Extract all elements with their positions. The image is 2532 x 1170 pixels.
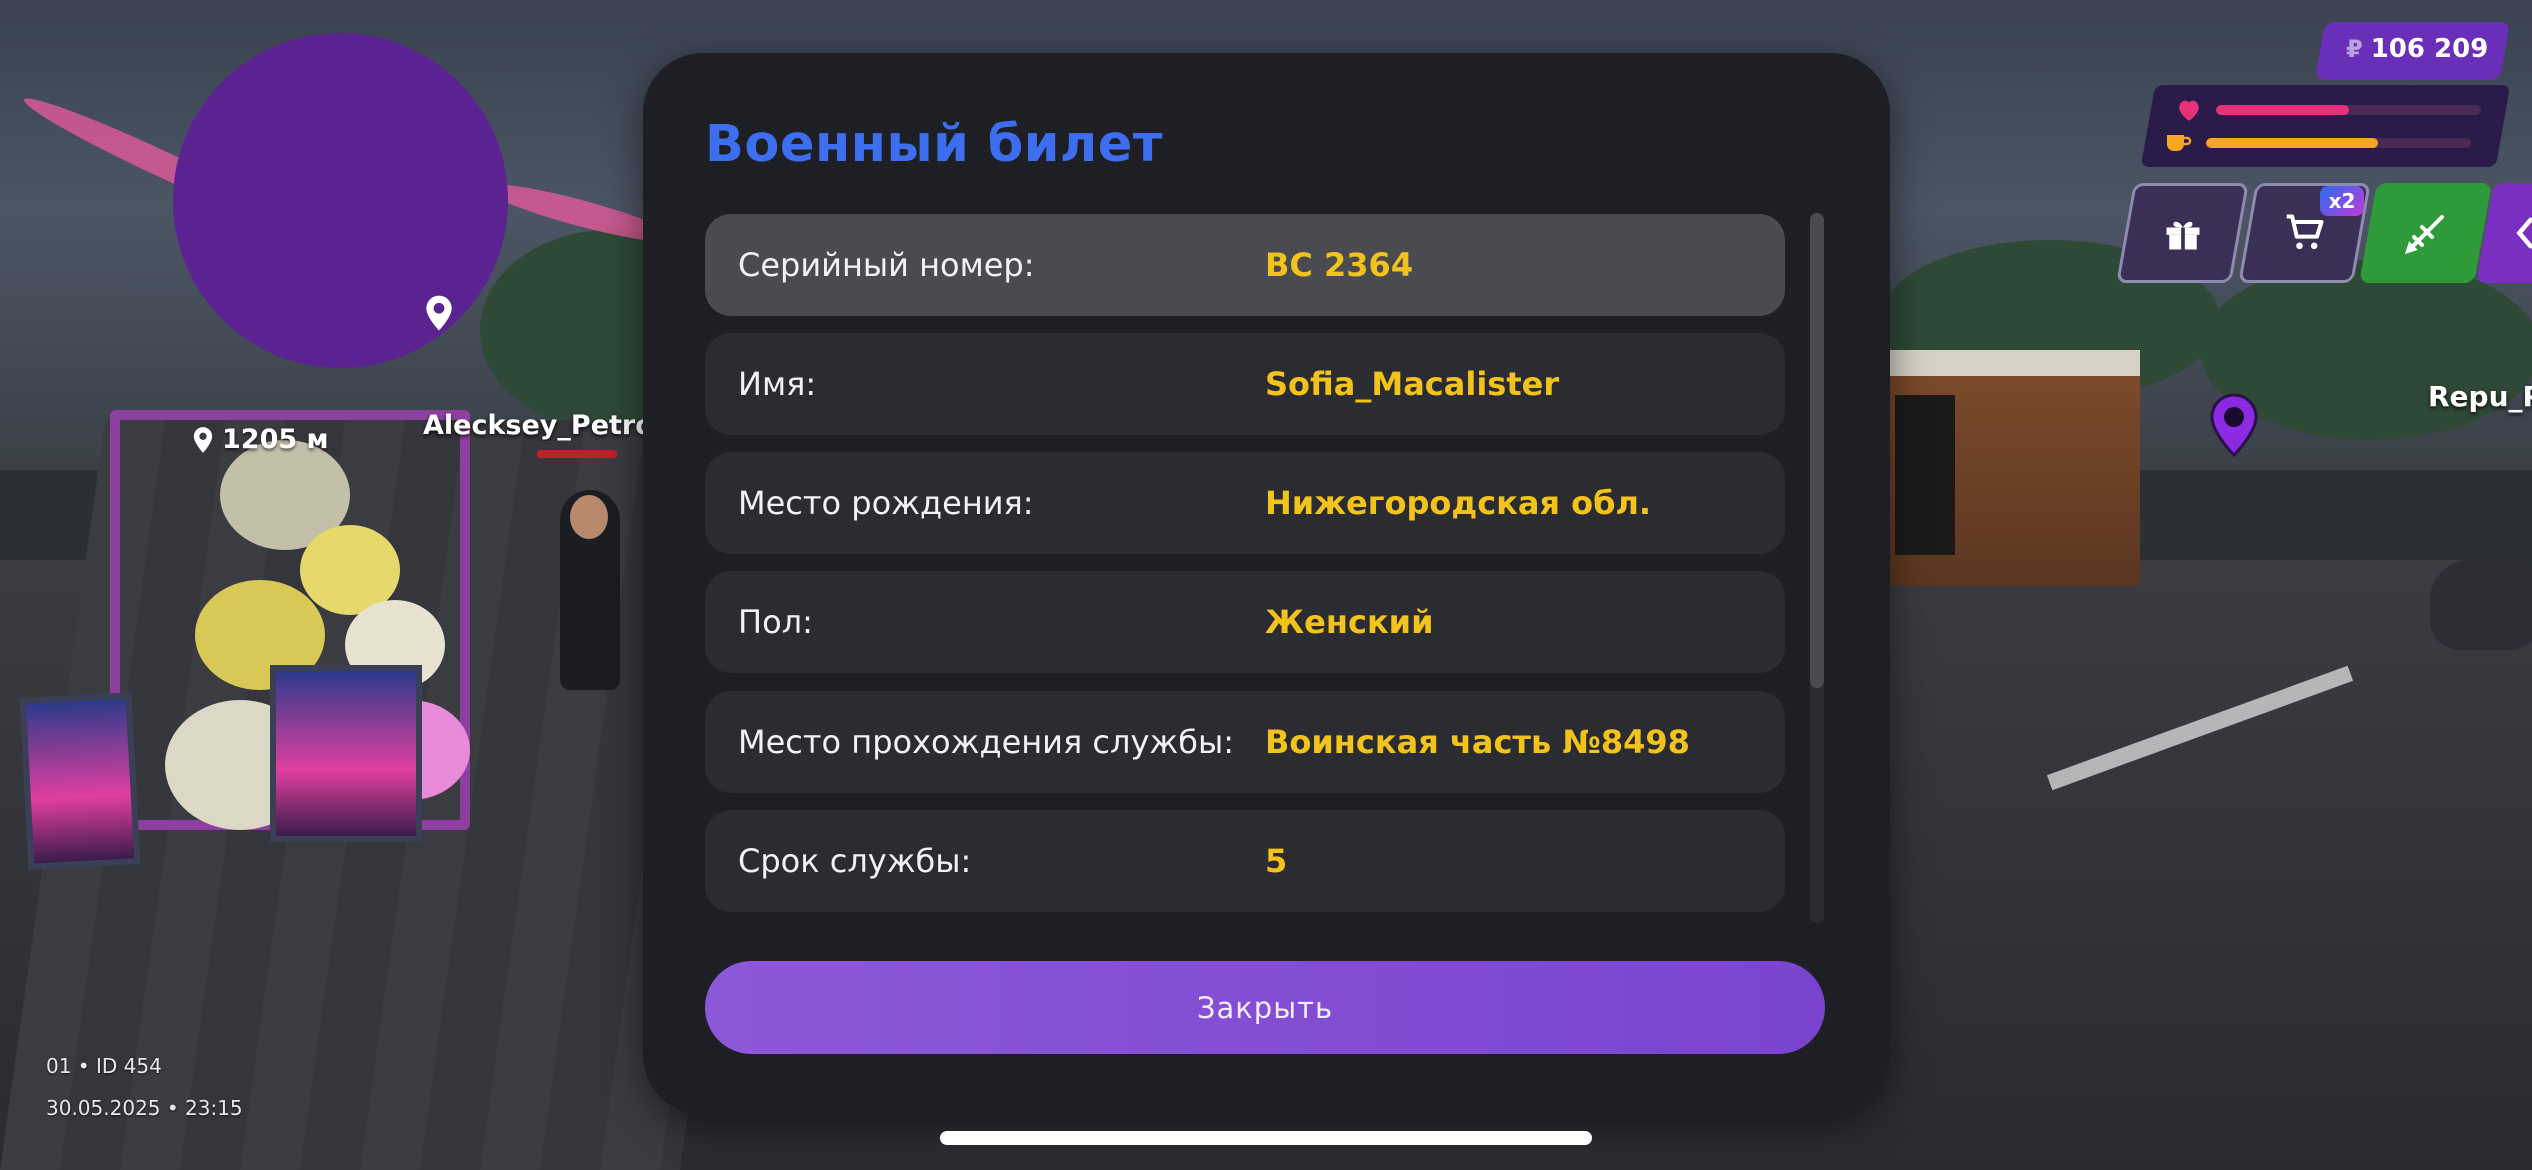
scrollbar[interactable] (1810, 213, 1824, 923)
field-label: Серийный номер: (738, 246, 1035, 284)
chevron-left-icon (2516, 217, 2532, 249)
health-fill (2216, 105, 2349, 115)
field-value: Нижегородская обл. (1265, 484, 1652, 522)
hunger-fill (2206, 138, 2379, 148)
field-value: Воинская часть №8498 (1265, 723, 1690, 761)
home-indicator[interactable] (940, 1131, 1592, 1145)
field-value: 5 (1265, 842, 1288, 880)
dialog-title: Военный билет (705, 115, 1163, 174)
field-serial-number[interactable]: Серийный номер: ВС 2364 (705, 214, 1785, 316)
neon-poster (270, 665, 422, 842)
field-label: Пол: (738, 603, 813, 641)
field-service-term[interactable]: Срок службы: 5 (705, 810, 1785, 912)
health-bar (2216, 105, 2481, 115)
field-label: Срок службы: (738, 842, 972, 880)
field-value: Женский (1265, 603, 1434, 641)
scooter (2430, 560, 2532, 650)
field-birthplace[interactable]: Место рождения: Нижегородская обл. (705, 452, 1785, 554)
field-value: ВС 2364 (1265, 246, 1414, 284)
map-marker-icon[interactable] (2208, 393, 2260, 457)
multiplier-badge: x2 (2320, 186, 2364, 216)
hunger-bar (2206, 138, 2471, 148)
waypoint-distance: 1205 м (192, 424, 329, 455)
kiosk-window (1895, 395, 1955, 555)
health-row (2176, 98, 2481, 122)
other-player-nametag: Repu_P (2428, 380, 2532, 413)
heart-icon (2179, 100, 2199, 121)
field-service-place[interactable]: Место прохождения службы: Воинская часть… (705, 691, 1785, 793)
weapon-icon (2404, 215, 2444, 255)
pedestrian-head (570, 495, 608, 539)
money-amount: 106 209 (2370, 34, 2489, 64)
coffee-cup-icon (2167, 135, 2192, 151)
money-display: ₽ 106 209 (2346, 34, 2488, 64)
cart-icon (2286, 214, 2324, 250)
weapon-button[interactable] (2359, 183, 2492, 283)
location-pin-icon (426, 295, 452, 331)
scrollbar-thumb[interactable] (1810, 213, 1824, 688)
player-health-bar (537, 450, 617, 458)
player-nametag: Alecksey_Petrov (423, 410, 643, 441)
gift-icon (2166, 221, 2199, 250)
field-label: Место прохождения службы: (738, 723, 1234, 761)
distance-text: 1205 м (222, 424, 329, 455)
field-label: Имя: (738, 365, 817, 403)
hunger-row (2164, 132, 2471, 154)
close-button[interactable]: Закрыть (705, 961, 1825, 1054)
field-name[interactable]: Имя: Sofia_Macalister (705, 333, 1785, 435)
field-label: Место рождения: (738, 484, 1034, 522)
gift-button[interactable] (2116, 183, 2249, 283)
field-gender[interactable]: Пол: Женский (705, 571, 1785, 673)
date-time: 30.05.2025 • 23:15 (46, 1096, 243, 1120)
currency-symbol: ₽ (2346, 35, 2363, 63)
neon-poster (19, 692, 141, 870)
field-value: Sofia_Macalister (1265, 365, 1560, 403)
server-id: 01 • ID 454 (46, 1054, 162, 1078)
location-pin-icon (193, 426, 213, 453)
